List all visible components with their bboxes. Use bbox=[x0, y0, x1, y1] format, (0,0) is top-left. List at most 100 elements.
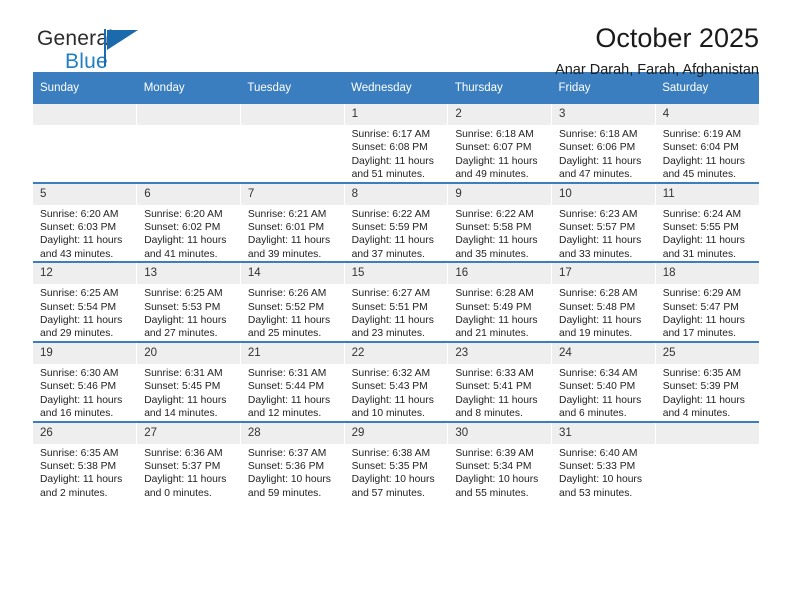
day-detail-line: Sunset: 6:01 PM bbox=[247, 222, 325, 234]
calendar-day-cell[interactable]: 28 Sunrise: 6:37 AM Sunset: 5:36 PM Dayligh… bbox=[240, 420, 345, 501]
day-detail-line: Sunrise: 6:26 AM bbox=[247, 288, 327, 300]
day-detail-line: Daylight: 11 hours bbox=[40, 315, 123, 327]
day-detail-line: Sunrise: 6:23 AM bbox=[559, 208, 638, 220]
calendar-day-cell[interactable]: 5 Sunrise: 6:20 AM Sunset: 6:03 PM Daylight… bbox=[33, 181, 138, 263]
calendar-day-cell[interactable]: 22 Sunrise: 6:32 AM Sunset: 5:43 PM Dayligh… bbox=[344, 340, 449, 422]
day-detail-line: Daylight: 11 hours bbox=[559, 155, 642, 167]
calendar-day-cell[interactable]: 26 Sunrise: 6:35 AM Sunset: 5:38 PM Dayligh… bbox=[33, 420, 138, 501]
calendar-day-cell[interactable]: 19 Sunrise: 6:30 AM Sunset: 5:46 PM Dayligh… bbox=[33, 340, 138, 422]
page-header: General Blue October 2025 Anar Darah, Fa… bbox=[33, 0, 759, 78]
day-detail-line: and 35 minutes. bbox=[455, 248, 529, 260]
day-details: Sunrise: 6:20 AM Sunset: 6:03 PM Daylight:… bbox=[33, 205, 136, 262]
day-detail-line: Daylight: 11 hours bbox=[144, 394, 227, 406]
calendar-day-cell[interactable]: 31 Sunrise: 6:40 AM Sunset: 5:33 PM Dayligh… bbox=[551, 420, 656, 501]
generalblue-logo[interactable]: General Blue bbox=[37, 27, 237, 77]
calendar-day-cell[interactable]: 12 Sunrise: 6:25 AM Sunset: 5:54 PM Dayligh… bbox=[33, 261, 138, 342]
calendar-day-cell[interactable]: 16 Sunrise: 6:28 AM Sunset: 5:49 PM Dayligh… bbox=[447, 261, 553, 342]
calendar-day-cell[interactable]: 23 Sunrise: 6:33 AM Sunset: 5:41 PM Dayligh… bbox=[447, 340, 553, 422]
calendar-day-cell[interactable]: 3 Sunrise: 6:18 AM Sunset: 6:06 PM Daylight… bbox=[551, 104, 656, 183]
day-detail-line: and 45 minutes. bbox=[662, 169, 736, 181]
day-details bbox=[33, 125, 136, 128]
day-details: Sunrise: 6:39 AM Sunset: 5:34 PM Daylight:… bbox=[448, 444, 551, 501]
day-number bbox=[655, 422, 759, 444]
day-detail-line: Daylight: 11 hours bbox=[144, 235, 227, 247]
day-details bbox=[241, 125, 344, 128]
calendar-day-cell[interactable]: 9 Sunrise: 6:22 AM Sunset: 5:58 PM Daylight… bbox=[447, 181, 553, 263]
calendar-day-cell[interactable]: 4 Sunrise: 6:19 AM Sunset: 6:04 PM Daylight… bbox=[655, 104, 759, 183]
calendar-day-cell[interactable]: 6 Sunrise: 6:20 AM Sunset: 6:02 PM Daylight… bbox=[136, 181, 241, 263]
day-detail-line: Sunrise: 6:20 AM bbox=[144, 208, 223, 220]
day-detail-line: Sunset: 5:37 PM bbox=[144, 460, 221, 472]
day-detail-line: Daylight: 11 hours bbox=[351, 235, 434, 247]
calendar-day-cell[interactable]: 20 Sunrise: 6:31 AM Sunset: 5:45 PM Dayligh… bbox=[136, 340, 241, 422]
day-number: 13 bbox=[137, 263, 240, 285]
day-detail-line: and 41 minutes. bbox=[144, 248, 218, 260]
day-detail-line: Daylight: 11 hours bbox=[40, 394, 123, 406]
calendar-day-cell[interactable]: 25 Sunrise: 6:35 AM Sunset: 5:39 PM Dayligh… bbox=[655, 340, 759, 422]
day-number bbox=[240, 104, 344, 125]
day-detail-line: Daylight: 11 hours bbox=[455, 235, 538, 247]
day-detail-line: Sunset: 6:02 PM bbox=[144, 222, 221, 234]
day-detail-line: Sunset: 5:48 PM bbox=[559, 301, 636, 313]
calendar-day-cell[interactable]: 27 Sunrise: 6:36 AM Sunset: 5:37 PM Dayligh… bbox=[136, 420, 241, 501]
day-detail-line: Daylight: 11 hours bbox=[455, 155, 538, 167]
day-detail-line: Daylight: 11 hours bbox=[40, 235, 123, 247]
day-details: Sunrise: 6:22 AM Sunset: 5:58 PM Daylight:… bbox=[448, 205, 551, 262]
day-detail-line: and 4 minutes. bbox=[662, 408, 731, 420]
day-detail-line: Sunrise: 6:35 AM bbox=[662, 367, 742, 379]
day-detail-line: Sunrise: 6:40 AM bbox=[559, 447, 638, 459]
day-detail-line: Sunrise: 6:37 AM bbox=[247, 447, 327, 459]
calendar-day-cell-empty bbox=[655, 420, 759, 501]
calendar-day-cell[interactable]: 11 Sunrise: 6:24 AM Sunset: 5:55 PM Dayligh… bbox=[655, 181, 759, 263]
calendar-day-cell[interactable]: 24 Sunrise: 6:34 AM Sunset: 5:40 PM Dayligh… bbox=[551, 340, 656, 422]
day-detail-line: Sunrise: 6:38 AM bbox=[351, 447, 431, 459]
day-detail-line: and 8 minutes. bbox=[455, 408, 523, 420]
day-details: Sunrise: 6:26 AM Sunset: 5:52 PM Daylight:… bbox=[241, 284, 344, 341]
day-detail-line: and 6 minutes. bbox=[559, 408, 627, 420]
calendar-day-cell[interactable]: 13 Sunrise: 6:25 AM Sunset: 5:53 PM Dayligh… bbox=[136, 261, 241, 342]
calendar-day-cell[interactable]: 18 Sunrise: 6:29 AM Sunset: 5:47 PM Dayligh… bbox=[655, 261, 759, 342]
calendar-day-cell[interactable]: 14 Sunrise: 6:26 AM Sunset: 5:52 PM Dayligh… bbox=[240, 261, 345, 342]
calendar-day-cell[interactable]: 8 Sunrise: 6:22 AM Sunset: 5:59 PM Daylight… bbox=[344, 181, 449, 263]
day-detail-line: and 59 minutes. bbox=[247, 487, 322, 499]
day-number bbox=[33, 104, 137, 125]
day-number: 1 bbox=[344, 104, 448, 125]
calendar-day-cell[interactable]: 2 Sunrise: 6:18 AM Sunset: 6:07 PM Daylight… bbox=[447, 104, 553, 183]
day-detail-line: and 51 minutes. bbox=[351, 169, 425, 181]
day-detail-line: Sunrise: 6:18 AM bbox=[455, 129, 534, 140]
calendar-day-cell[interactable]: 29 Sunrise: 6:38 AM Sunset: 5:35 PM Dayligh… bbox=[344, 420, 449, 501]
calendar-day-cell[interactable]: 1 Sunrise: 6:17 AM Sunset: 6:08 PM Daylight… bbox=[344, 104, 449, 183]
day-number bbox=[137, 104, 240, 125]
calendar-day-cell[interactable]: 10 Sunrise: 6:23 AM Sunset: 5:57 PM Dayligh… bbox=[551, 181, 656, 263]
day-detail-line: and 57 minutes. bbox=[351, 487, 425, 499]
title-block: October 2025 Anar Darah, Farah, Afghanis… bbox=[555, 22, 759, 80]
day-detail-line: Sunset: 6:06 PM bbox=[559, 142, 636, 154]
day-details: Sunrise: 6:31 AM Sunset: 5:44 PM Daylight:… bbox=[241, 364, 344, 421]
calendar-day-cell-empty bbox=[33, 104, 138, 183]
logo-bar bbox=[104, 29, 106, 66]
day-detail-line: and 43 minutes. bbox=[40, 248, 114, 260]
calendar-day-cell[interactable]: 15 Sunrise: 6:27 AM Sunset: 5:51 PM Dayligh… bbox=[344, 261, 449, 342]
day-detail-line: and 0 minutes. bbox=[144, 487, 212, 499]
calendar-week-row: 19 Sunrise: 6:30 AM Sunset: 5:46 PM Dayligh… bbox=[33, 340, 759, 422]
day-number: 28 bbox=[240, 422, 344, 444]
day-detail-line: and 16 minutes. bbox=[40, 408, 114, 420]
day-detail-line: Sunrise: 6:35 AM bbox=[40, 447, 119, 459]
calendar-day-cell[interactable]: 7 Sunrise: 6:21 AM Sunset: 6:01 PM Daylight… bbox=[240, 181, 345, 263]
calendar-day-cell[interactable]: 17 Sunrise: 6:28 AM Sunset: 5:48 PM Dayligh… bbox=[551, 261, 656, 342]
day-number: 21 bbox=[240, 342, 344, 364]
day-detail-line: Sunrise: 6:25 AM bbox=[40, 288, 119, 300]
day-detail-line: Sunset: 5:46 PM bbox=[40, 381, 117, 393]
calendar-day-cell[interactable]: 30 Sunrise: 6:39 AM Sunset: 5:34 PM Dayligh… bbox=[447, 420, 553, 501]
calendar-day-cell-empty bbox=[136, 104, 241, 183]
day-detail-line: and 17 minutes. bbox=[662, 328, 736, 340]
day-detail-line: Daylight: 11 hours bbox=[144, 474, 227, 486]
day-detail-line: Sunset: 5:39 PM bbox=[662, 381, 739, 393]
day-detail-line: Sunset: 6:04 PM bbox=[662, 142, 739, 154]
day-detail-line: Daylight: 11 hours bbox=[40, 474, 123, 486]
day-number: 9 bbox=[448, 183, 552, 205]
logo-triangle-icon bbox=[107, 30, 138, 50]
calendar-day-cell[interactable]: 21 Sunrise: 6:31 AM Sunset: 5:44 PM Dayligh… bbox=[240, 340, 345, 422]
day-details: Sunrise: 6:28 AM Sunset: 5:48 PM Daylight:… bbox=[552, 284, 655, 341]
logo-text-general: General bbox=[37, 27, 114, 50]
